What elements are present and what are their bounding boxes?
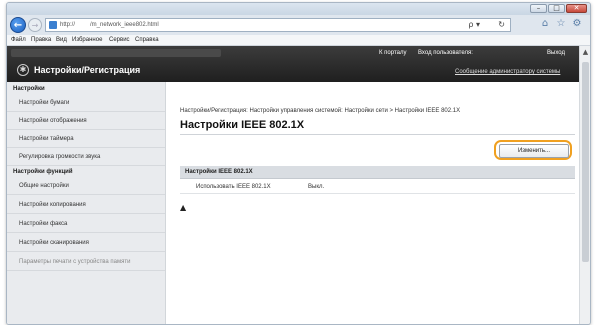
settings-row: Использовать IEEE 802.1X Выкл. — [180, 181, 575, 194]
sidebar-section-functions: Настройки функций — [13, 169, 73, 175]
sidebar-item-volume[interactable]: Регулировка громкости звука — [7, 148, 165, 166]
search-icon[interactable]: ρ ▾ — [468, 19, 480, 31]
back-button[interactable]: ← — [10, 17, 26, 33]
logout-link[interactable]: Выход — [547, 48, 565, 58]
browser-window: – □ ✕ ← → http:// /m_network_ieee802.htm… — [6, 2, 591, 325]
close-button[interactable]: ✕ — [566, 4, 587, 13]
address-bar[interactable]: http:// /m_network_ieee802.html ρ ▾ ↻ — [45, 18, 511, 32]
page-top-icon[interactable]: ▲ — [180, 203, 186, 213]
admin-message-link[interactable]: Сообщение администратору системы — [455, 67, 560, 77]
minimize-button[interactable]: – — [530, 4, 547, 13]
sidebar-section-settings: Настройки — [13, 86, 45, 92]
sidebar-item-paper[interactable]: Настройки бумаги — [7, 94, 165, 112]
site-header: К порталу Вход пользователя: Выход ✱ Нас… — [7, 46, 579, 82]
setting-value: Выкл. — [308, 184, 325, 190]
sidebar-item-memory-print[interactable]: Параметры печати с устройства памяти — [7, 253, 165, 271]
scroll-thumb[interactable] — [582, 62, 589, 262]
menu-tools[interactable]: Сервис — [109, 35, 130, 45]
forward-button[interactable]: → — [28, 18, 42, 32]
vertical-scrollbar[interactable]: ▲ — [579, 46, 590, 324]
main-panel: Настройки/Регистрация: Настройки управле… — [172, 82, 577, 324]
breadcrumb: Настройки/Регистрация: Настройки управле… — [180, 108, 461, 114]
navigation-bar: ← → http:// /m_network_ieee802.html ρ ▾ … — [7, 15, 590, 35]
gear-icon[interactable]: ⚙ — [571, 18, 583, 30]
sidebar: Настройки Настройки бумаги Настройки ото… — [7, 82, 166, 324]
sidebar-item-scan[interactable]: Настройки сканирования — [7, 234, 165, 252]
menu-file[interactable]: Файл — [11, 35, 26, 45]
menu-help[interactable]: Справка — [135, 35, 159, 45]
setting-label: Использовать IEEE 802.1X — [196, 184, 271, 190]
scroll-up-icon[interactable]: ▲ — [581, 48, 590, 57]
title-bar: – □ ✕ — [7, 3, 590, 15]
refresh-icon[interactable]: ↻ — [498, 19, 505, 31]
menu-favorites[interactable]: Избранное — [72, 35, 102, 45]
star-icon[interactable]: ☆ — [555, 18, 567, 30]
portal-link[interactable]: К порталу — [379, 48, 406, 58]
sidebar-item-display[interactable]: Настройки отображения — [7, 112, 165, 130]
url-text: http:// /m_network_ieee802.html — [60, 22, 159, 28]
title-divider — [180, 134, 575, 135]
page-title: Настройки IEEE 802.1X — [180, 119, 305, 131]
header-title: Настройки/Регистрация — [34, 65, 141, 75]
login-user-label: Вход пользователя: — [418, 50, 473, 56]
page-favicon-icon — [49, 21, 57, 29]
sidebar-item-general[interactable]: Общие настройки — [7, 177, 165, 195]
menu-bar: Файл Правка Вид Избранное Сервис Справка — [7, 35, 590, 46]
home-icon[interactable]: ⌂ — [539, 18, 551, 30]
maximize-button[interactable]: □ — [548, 4, 565, 13]
section-header: Настройки IEEE 802.1X — [180, 166, 575, 179]
menu-edit[interactable]: Правка — [31, 35, 51, 45]
sidebar-item-timer[interactable]: Настройки таймера — [7, 130, 165, 148]
edit-button-highlight: Изменить... — [494, 140, 572, 160]
sidebar-item-copy[interactable]: Настройки копирования — [7, 196, 165, 214]
edit-button[interactable]: Изменить... — [499, 144, 569, 158]
section-header-label: Настройки IEEE 802.1X — [185, 169, 253, 175]
page-content: К порталу Вход пользователя: Выход ✱ Нас… — [7, 46, 579, 324]
device-name-redacted — [11, 49, 221, 57]
settings-logo-icon: ✱ — [17, 64, 29, 76]
menu-view[interactable]: Вид — [56, 35, 67, 45]
sidebar-item-fax[interactable]: Настройки факса — [7, 215, 165, 233]
